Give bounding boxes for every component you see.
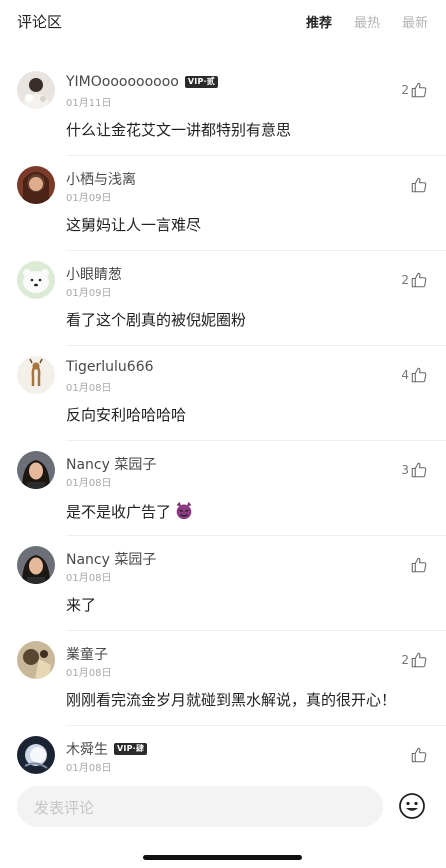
like-count: 4 [401, 368, 409, 382]
avatar[interactable] [17, 736, 55, 774]
tab-newest[interactable]: 最新 [402, 12, 428, 31]
thumbs-up-icon [411, 272, 427, 288]
comment-date: 01月08日 [66, 383, 112, 394]
comment-text[interactable]: 反向安利哈哈哈哈 [66, 404, 186, 425]
comment-text[interactable]: 是不是收广告了 [66, 499, 195, 522]
comment-date: 01月09日 [66, 193, 112, 204]
comment-item: Tigerlulu666 01月08日 反向安利哈哈哈哈 4 [0, 346, 446, 441]
comment-item: Nancy 菜园子 01月08日 来了 [0, 536, 446, 631]
tab-recommended[interactable]: 推荐 [306, 12, 332, 31]
like-button[interactable]: 4 [401, 366, 428, 384]
comment-item: 業童子 01月08日 刚刚看完流金岁月就碰到黑水解说，真的很开心！ 2 [0, 631, 446, 726]
comment-list: YIMOooooooooo VIP·贰 01月11日 什么让金花艾文一讲都特别有… [0, 61, 446, 821]
like-button[interactable]: 3 [401, 461, 428, 479]
user-name[interactable]: Tigerlulu666 [66, 359, 154, 375]
like-button[interactable] [409, 176, 428, 194]
comment-date: 01月09日 [66, 288, 112, 299]
comment-text-content: 是不是收广告了 [66, 503, 172, 521]
user-name[interactable]: Nancy 菜园子 [66, 549, 156, 569]
comment-text[interactable]: 刚刚看完流金岁月就碰到黑水解说，真的很开心！ [66, 689, 396, 710]
comment-date: 01月08日 [66, 668, 112, 679]
comment-date: 01月08日 [66, 763, 112, 774]
like-button[interactable] [409, 746, 428, 764]
thumbs-up-icon [411, 177, 427, 193]
comment-item: 小眼睛葱 01月09日 看了这个剧真的被倪妮圈粉 2 [0, 251, 446, 346]
comment-item: Nancy 菜园子 01月08日 是不是收广告了 3 [0, 441, 446, 536]
sort-tabs: 推荐 最热 最新 [306, 12, 428, 31]
like-count: 2 [401, 273, 409, 287]
user-name[interactable]: 小栖与浅离 [66, 169, 136, 189]
comment-date: 01月08日 [66, 478, 112, 489]
like-count: 3 [401, 463, 409, 477]
vip-badge: VIP·肆 [114, 743, 148, 755]
section-title: 评论区 [17, 13, 63, 31]
avatar[interactable] [17, 71, 55, 109]
thumbs-up-icon [411, 367, 427, 383]
comment-text[interactable]: 来了 [66, 594, 96, 615]
smiley-icon [399, 793, 425, 819]
comment-text[interactable]: 什么让金花艾文一讲都特别有意思 [66, 119, 291, 140]
tab-hottest[interactable]: 最热 [354, 12, 380, 31]
comment-input[interactable]: 发表评论 [17, 786, 383, 827]
comment-date: 01月08日 [66, 573, 112, 584]
comment-composer: 发表评论 [0, 778, 446, 868]
comment-text[interactable]: 看了这个剧真的被倪妮圈粉 [66, 309, 246, 330]
like-count: 2 [401, 83, 409, 97]
comment-item: YIMOooooooooo VIP·贰 01月11日 什么让金花艾文一讲都特别有… [0, 61, 446, 156]
comments-header: 评论区 推荐 最热 最新 [0, 0, 446, 44]
comment-date: 01月11日 [66, 98, 112, 109]
avatar[interactable] [17, 261, 55, 299]
thumbs-up-icon [411, 557, 427, 573]
like-button[interactable]: 2 [401, 651, 428, 669]
devil-emoji-icon [176, 501, 192, 520]
vip-badge: VIP·贰 [184, 76, 218, 88]
like-button[interactable] [409, 556, 428, 574]
like-button[interactable]: 2 [401, 271, 428, 289]
thumbs-up-icon [411, 747, 427, 763]
user-name[interactable]: 業童子 [66, 644, 108, 664]
comment-item: 小栖与浅离 01月09日 这舅妈让人一言难尽 [0, 156, 446, 251]
like-button[interactable]: 2 [401, 81, 428, 99]
like-count: 2 [401, 653, 409, 667]
avatar[interactable] [17, 546, 55, 584]
avatar[interactable] [17, 641, 55, 679]
user-name[interactable]: 小眼睛葱 [66, 264, 122, 284]
avatar[interactable] [17, 166, 55, 204]
user-name[interactable]: 木舜生 [66, 739, 108, 759]
comment-input-placeholder: 发表评论 [34, 799, 95, 817]
comment-text[interactable]: 这舅妈让人一言难尽 [66, 214, 201, 235]
emoji-button[interactable] [398, 792, 426, 820]
home-indicator[interactable] [143, 855, 302, 860]
thumbs-up-icon [411, 82, 427, 98]
avatar[interactable] [17, 451, 55, 489]
thumbs-up-icon [411, 462, 427, 478]
user-name[interactable]: YIMOooooooooo [66, 74, 179, 90]
avatar[interactable] [17, 356, 55, 394]
user-name[interactable]: Nancy 菜园子 [66, 454, 156, 474]
thumbs-up-icon [411, 652, 427, 668]
